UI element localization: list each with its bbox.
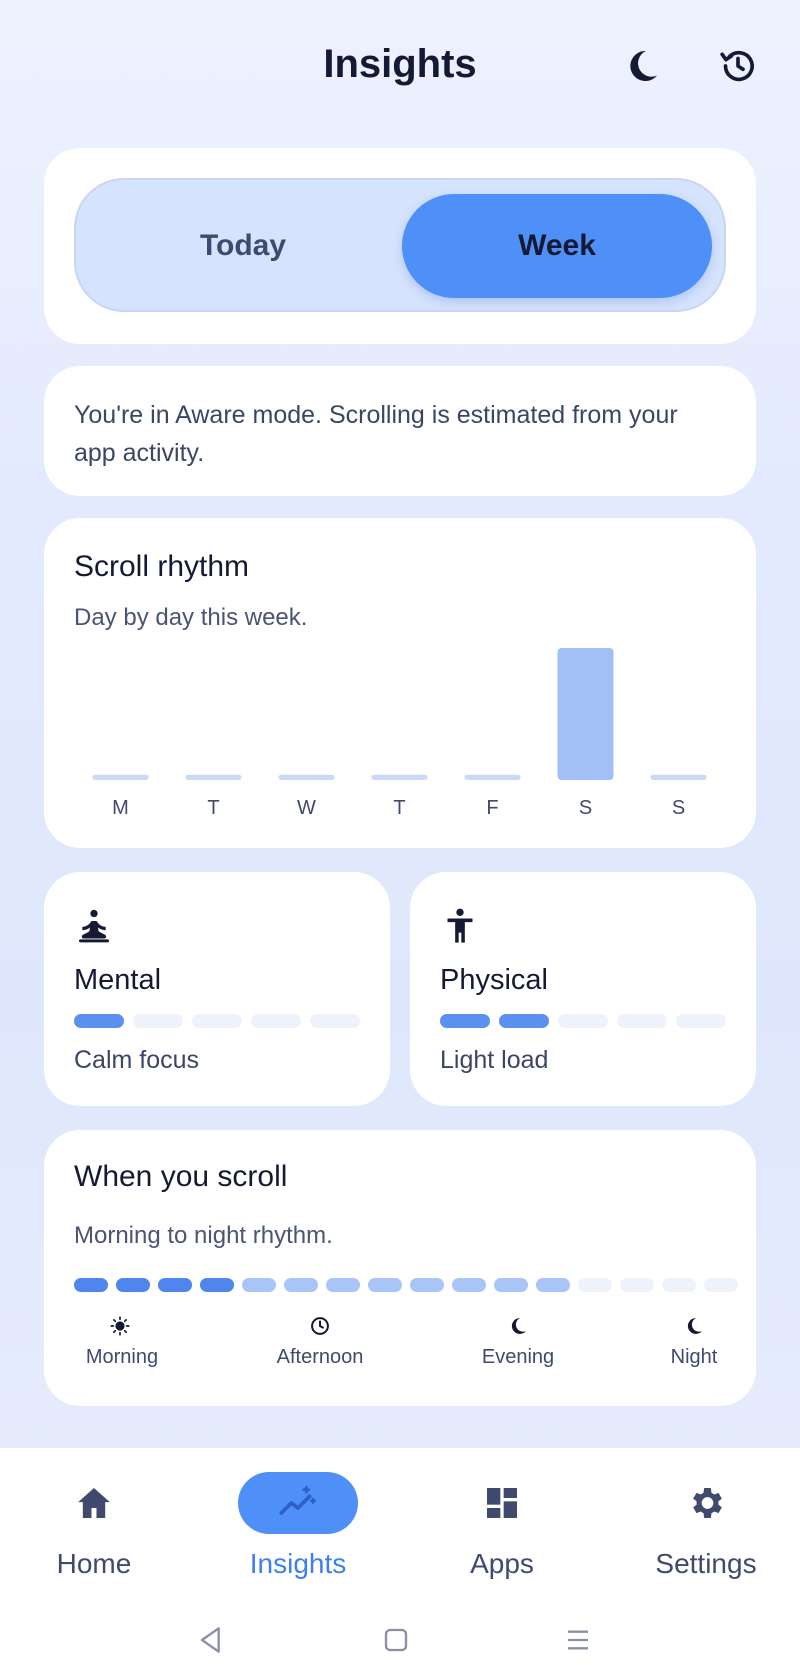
moon-icon: [684, 1316, 704, 1336]
home-icon: [34, 1472, 154, 1534]
physical-card[interactable]: Physical Light load: [410, 872, 756, 1106]
tick-label-2: W: [297, 797, 316, 819]
range-segmented-control: Today Week: [74, 178, 726, 312]
time-segment: [536, 1278, 570, 1292]
scroll-rhythm-card: Scroll rhythm Day by day this week. MTWT…: [44, 518, 756, 848]
nav-insights-label: Insights: [249, 1548, 347, 1579]
scroll-rhythm-chart: MTWTFSS: [92, 648, 707, 819]
system-recents-icon[interactable]: [558, 1620, 598, 1660]
segment-week[interactable]: Week: [402, 194, 712, 298]
gear-icon: [646, 1472, 766, 1534]
time-segment: [74, 1278, 108, 1292]
time-segment: [158, 1278, 192, 1292]
time-segment: [704, 1278, 738, 1292]
tick-label-4: F: [486, 797, 498, 819]
time-segment: [578, 1278, 612, 1292]
time-segment: [326, 1278, 360, 1292]
time-segment: [410, 1278, 444, 1292]
time-segment: [452, 1278, 486, 1292]
bar-5: [557, 648, 614, 780]
tick-label-5: S: [579, 797, 592, 819]
nav-settings-label: Settings: [655, 1548, 757, 1579]
level-segment: [617, 1014, 667, 1028]
period-night: Night: [670, 1346, 718, 1368]
dashboard-icon: [442, 1472, 562, 1534]
mental-card[interactable]: Mental Calm focus: [44, 872, 390, 1106]
nav-insights[interactable]: Insights: [198, 1472, 398, 1592]
when-you-scroll-title: When you scroll: [74, 1160, 288, 1193]
level-segment: [499, 1014, 549, 1028]
bar-2: [278, 774, 335, 780]
bar-6: [650, 774, 707, 780]
period-morning: Morning: [85, 1346, 159, 1368]
mental-title: Mental: [74, 964, 162, 996]
bar-4: [464, 774, 521, 780]
time-segment: [200, 1278, 234, 1292]
mode-notice-text: You're in Aware mode. Scrolling is estim…: [74, 401, 678, 467]
level-segment: [310, 1014, 360, 1028]
mental-status: Calm focus: [74, 1046, 200, 1074]
period-evening: Evening: [481, 1346, 555, 1368]
mode-notice-card: You're in Aware mode. Scrolling is estim…: [44, 366, 756, 496]
level-segment: [676, 1014, 726, 1028]
trending-icon: [238, 1472, 358, 1534]
tick-label-0: M: [112, 797, 129, 819]
bar-3: [371, 774, 428, 780]
level-segment: [74, 1014, 124, 1028]
physical-level-meter: [440, 1014, 726, 1028]
time-segment: [494, 1278, 528, 1292]
meditation-icon: [74, 906, 114, 946]
system-home-icon[interactable]: [376, 1620, 416, 1660]
history-icon[interactable]: [716, 44, 760, 88]
time-segment: [620, 1278, 654, 1292]
nav-home-label: Home: [56, 1548, 132, 1579]
when-you-scroll-card: When you scroll Morning to night rhythm.…: [44, 1130, 756, 1406]
physical-title: Physical: [440, 964, 548, 996]
physical-status: Light load: [440, 1046, 549, 1074]
top-app-bar: Insights: [0, 0, 800, 140]
level-segment: [251, 1014, 301, 1028]
time-segment: [368, 1278, 402, 1292]
sun-icon: [110, 1316, 130, 1336]
level-segment: [133, 1014, 183, 1028]
page-title: Insights: [323, 42, 477, 86]
nav-apps[interactable]: Apps: [402, 1472, 602, 1592]
bar-1: [185, 774, 242, 780]
person-standing-icon: [440, 906, 480, 946]
system-back-icon[interactable]: [192, 1620, 232, 1660]
clock-icon: [310, 1316, 330, 1336]
moon-icon: [508, 1316, 528, 1336]
period-afternoon: Afternoon: [276, 1346, 364, 1368]
when-you-scroll-subtitle: Morning to night rhythm.: [74, 1222, 333, 1249]
tick-label-1: T: [207, 797, 219, 819]
level-segment: [440, 1014, 490, 1028]
segment-today[interactable]: Today: [88, 194, 398, 298]
mental-level-meter: [74, 1014, 360, 1028]
level-segment: [558, 1014, 608, 1028]
range-selector-card: Today Week: [44, 148, 756, 344]
nav-home[interactable]: Home: [0, 1472, 194, 1592]
time-of-day-meter: [74, 1278, 738, 1292]
nav-apps-label: Apps: [470, 1548, 534, 1579]
level-segment: [192, 1014, 242, 1028]
time-segment: [116, 1278, 150, 1292]
time-segment: [662, 1278, 696, 1292]
nav-settings[interactable]: Settings: [606, 1472, 800, 1592]
time-segment: [242, 1278, 276, 1292]
moon-icon[interactable]: [620, 44, 664, 88]
tick-label-6: S: [672, 797, 685, 819]
time-segment: [284, 1278, 318, 1292]
bar-0: [92, 774, 149, 780]
tick-label-3: T: [393, 797, 405, 819]
